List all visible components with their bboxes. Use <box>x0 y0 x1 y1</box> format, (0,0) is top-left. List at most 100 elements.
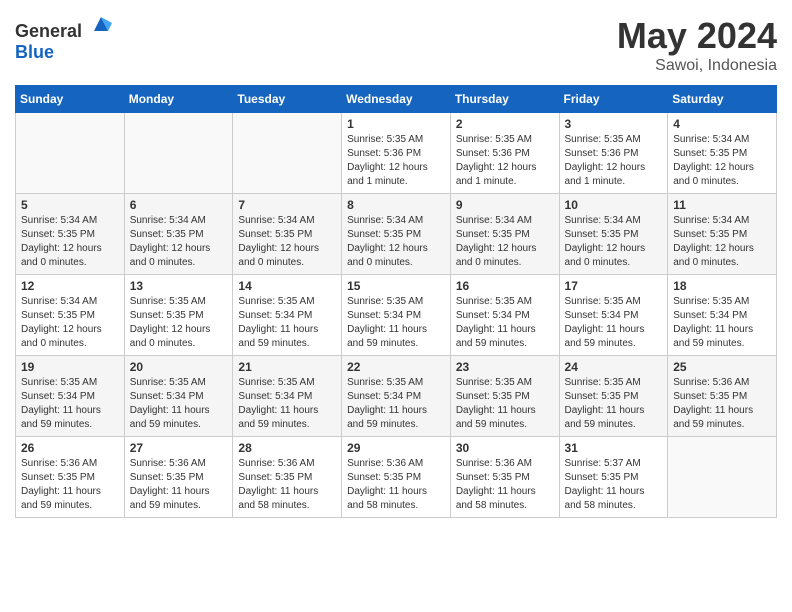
calendar-cell <box>233 113 342 194</box>
day-number: 16 <box>456 279 554 293</box>
logo: General Blue <box>15 15 112 63</box>
day-info: Sunrise: 5:34 AM Sunset: 5:35 PM Dayligh… <box>238 214 336 270</box>
calendar-cell <box>16 113 125 194</box>
day-info: Sunrise: 5:35 AM Sunset: 5:36 PM Dayligh… <box>456 133 554 189</box>
day-info: Sunrise: 5:35 AM Sunset: 5:36 PM Dayligh… <box>347 133 445 189</box>
calendar-header-row: SundayMondayTuesdayWednesdayThursdayFrid… <box>16 86 777 113</box>
day-info: Sunrise: 5:36 AM Sunset: 5:35 PM Dayligh… <box>130 457 228 513</box>
calendar-cell: 23Sunrise: 5:35 AM Sunset: 5:35 PM Dayli… <box>450 356 559 437</box>
calendar-cell: 12 Sunrise: 5:34 AM Sunset: 5:35 PM Dayli… <box>16 275 125 356</box>
calendar-cell: 25 Sunrise: 5:36 AM Sunset: 5:35 PM Dayli… <box>668 356 777 437</box>
calendar-table: SundayMondayTuesdayWednesdayThursdayFrid… <box>15 85 777 518</box>
calendar-cell: 10 Sunrise: 5:34 AM Sunset: 5:35 PM Dayli… <box>559 194 668 275</box>
calendar-cell: 28Sunrise: 5:36 AM Sunset: 5:35 PM Dayli… <box>233 437 342 518</box>
day-info: Sunrise: 5:34 AM Sunset: 5:35 PM Dayligh… <box>565 214 663 270</box>
day-number: 10 <box>565 198 663 212</box>
day-info: Sunrise: 5:35 AM Sunset: 5:36 PM Dayligh… <box>565 133 663 189</box>
day-number: 7 <box>238 198 336 212</box>
day-number: 3 <box>565 117 663 131</box>
day-number: 30 <box>456 441 554 455</box>
calendar-cell: 21Sunrise: 5:35 AM Sunset: 5:34 PM Dayli… <box>233 356 342 437</box>
logo-icon <box>90 13 112 35</box>
day-number: 22 <box>347 360 445 374</box>
title-block: May 2024 Sawoi, Indonesia <box>617 15 777 75</box>
day-number: 19 <box>21 360 119 374</box>
calendar-cell <box>668 437 777 518</box>
day-info: Sunrise: 5:35 AM Sunset: 5:34 PM Dayligh… <box>565 295 663 351</box>
day-number: 12 <box>21 279 119 293</box>
day-number: 20 <box>130 360 228 374</box>
column-header-thursday: Thursday <box>450 86 559 113</box>
calendar-cell: 1 Sunrise: 5:35 AM Sunset: 5:36 PM Daylig… <box>342 113 451 194</box>
calendar-cell: 9 Sunrise: 5:34 AM Sunset: 5:35 PM Daylig… <box>450 194 559 275</box>
day-info: Sunrise: 5:34 AM Sunset: 5:35 PM Dayligh… <box>347 214 445 270</box>
day-info: Sunrise: 5:36 AM Sunset: 5:35 PM Dayligh… <box>347 457 445 513</box>
day-number: 14 <box>238 279 336 293</box>
day-info: Sunrise: 5:35 AM Sunset: 5:34 PM Dayligh… <box>238 376 336 432</box>
calendar-cell: 18 Sunrise: 5:35 AM Sunset: 5:34 PM Dayli… <box>668 275 777 356</box>
day-info: Sunrise: 5:34 AM Sunset: 5:35 PM Dayligh… <box>673 214 771 270</box>
column-header-tuesday: Tuesday <box>233 86 342 113</box>
day-info: Sunrise: 5:35 AM Sunset: 5:34 PM Dayligh… <box>673 295 771 351</box>
logo-blue: Blue <box>15 42 54 62</box>
day-number: 27 <box>130 441 228 455</box>
calendar-cell: 22 Sunrise: 5:35 AM Sunset: 5:34 PM Dayli… <box>342 356 451 437</box>
calendar-cell: 20 Sunrise: 5:35 AM Sunset: 5:34 PM Dayli… <box>124 356 233 437</box>
day-number: 24 <box>565 360 663 374</box>
day-info: Sunrise: 5:35 AM Sunset: 5:35 PM Dayligh… <box>130 295 228 351</box>
calendar-cell: 24 Sunrise: 5:35 AM Sunset: 5:35 PM Dayli… <box>559 356 668 437</box>
day-info: Sunrise: 5:36 AM Sunset: 5:35 PM Dayligh… <box>21 457 119 513</box>
day-number: 1 <box>347 117 445 131</box>
day-info: Sunrise: 5:35 AM Sunset: 5:34 PM Dayligh… <box>347 376 445 432</box>
calendar-cell: 29 Sunrise: 5:36 AM Sunset: 5:35 PM Dayli… <box>342 437 451 518</box>
day-number: 6 <box>130 198 228 212</box>
day-number: 9 <box>456 198 554 212</box>
day-info: Sunrise: 5:35 AM Sunset: 5:35 PM Dayligh… <box>565 376 663 432</box>
day-info: Sunrise: 5:35 AM Sunset: 5:34 PM Dayligh… <box>130 376 228 432</box>
calendar-week-row: 26 Sunrise: 5:36 AM Sunset: 5:35 PM Dayli… <box>16 437 777 518</box>
day-number: 17 <box>565 279 663 293</box>
calendar-cell: 26 Sunrise: 5:36 AM Sunset: 5:35 PM Dayli… <box>16 437 125 518</box>
calendar-cell: 2 Sunrise: 5:35 AM Sunset: 5:36 PM Daylig… <box>450 113 559 194</box>
day-info: Sunrise: 5:34 AM Sunset: 5:35 PM Dayligh… <box>21 295 119 351</box>
column-header-sunday: Sunday <box>16 86 125 113</box>
calendar-week-row: 19 Sunrise: 5:35 AM Sunset: 5:34 PM Dayli… <box>16 356 777 437</box>
calendar-cell: 27 Sunrise: 5:36 AM Sunset: 5:35 PM Dayli… <box>124 437 233 518</box>
day-info: Sunrise: 5:37 AM Sunset: 5:35 PM Dayligh… <box>565 457 663 513</box>
calendar-cell: 8 Sunrise: 5:34 AM Sunset: 5:35 PM Daylig… <box>342 194 451 275</box>
logo-text: General Blue <box>15 15 112 63</box>
day-info: Sunrise: 5:35 AM Sunset: 5:34 PM Dayligh… <box>238 295 336 351</box>
day-info: Sunrise: 5:36 AM Sunset: 5:35 PM Dayligh… <box>673 376 771 432</box>
day-number: 25 <box>673 360 771 374</box>
day-number: 13 <box>130 279 228 293</box>
day-info: Sunrise: 5:34 AM Sunset: 5:35 PM Dayligh… <box>130 214 228 270</box>
column-header-monday: Monday <box>124 86 233 113</box>
calendar-cell: 16Sunrise: 5:35 AM Sunset: 5:34 PM Dayli… <box>450 275 559 356</box>
day-number: 15 <box>347 279 445 293</box>
day-number: 29 <box>347 441 445 455</box>
calendar-cell: 11 Sunrise: 5:34 AM Sunset: 5:35 PM Dayli… <box>668 194 777 275</box>
calendar-week-row: 12 Sunrise: 5:34 AM Sunset: 5:35 PM Dayli… <box>16 275 777 356</box>
day-number: 26 <box>21 441 119 455</box>
day-info: Sunrise: 5:35 AM Sunset: 5:34 PM Dayligh… <box>21 376 119 432</box>
day-info: Sunrise: 5:34 AM Sunset: 5:35 PM Dayligh… <box>456 214 554 270</box>
day-number: 11 <box>673 198 771 212</box>
day-info: Sunrise: 5:34 AM Sunset: 5:35 PM Dayligh… <box>673 133 771 189</box>
calendar-location: Sawoi, Indonesia <box>617 57 777 75</box>
day-number: 5 <box>21 198 119 212</box>
calendar-cell: 17 Sunrise: 5:35 AM Sunset: 5:34 PM Dayli… <box>559 275 668 356</box>
page-header: General Blue May 2024 Sawoi, Indonesia <box>15 15 777 75</box>
calendar-week-row: 5 Sunrise: 5:34 AM Sunset: 5:35 PM Daylig… <box>16 194 777 275</box>
day-info: Sunrise: 5:36 AM Sunset: 5:35 PM Dayligh… <box>238 457 336 513</box>
logo-general: General <box>15 21 82 41</box>
day-number: 8 <box>347 198 445 212</box>
calendar-cell: 7 Sunrise: 5:34 AM Sunset: 5:35 PM Daylig… <box>233 194 342 275</box>
day-number: 23 <box>456 360 554 374</box>
column-header-saturday: Saturday <box>668 86 777 113</box>
day-info: Sunrise: 5:34 AM Sunset: 5:35 PM Dayligh… <box>21 214 119 270</box>
day-number: 18 <box>673 279 771 293</box>
calendar-cell: 31Sunrise: 5:37 AM Sunset: 5:35 PM Dayli… <box>559 437 668 518</box>
calendar-cell: 3 Sunrise: 5:35 AM Sunset: 5:36 PM Daylig… <box>559 113 668 194</box>
calendar-cell: 30Sunrise: 5:36 AM Sunset: 5:35 PM Dayli… <box>450 437 559 518</box>
day-number: 2 <box>456 117 554 131</box>
